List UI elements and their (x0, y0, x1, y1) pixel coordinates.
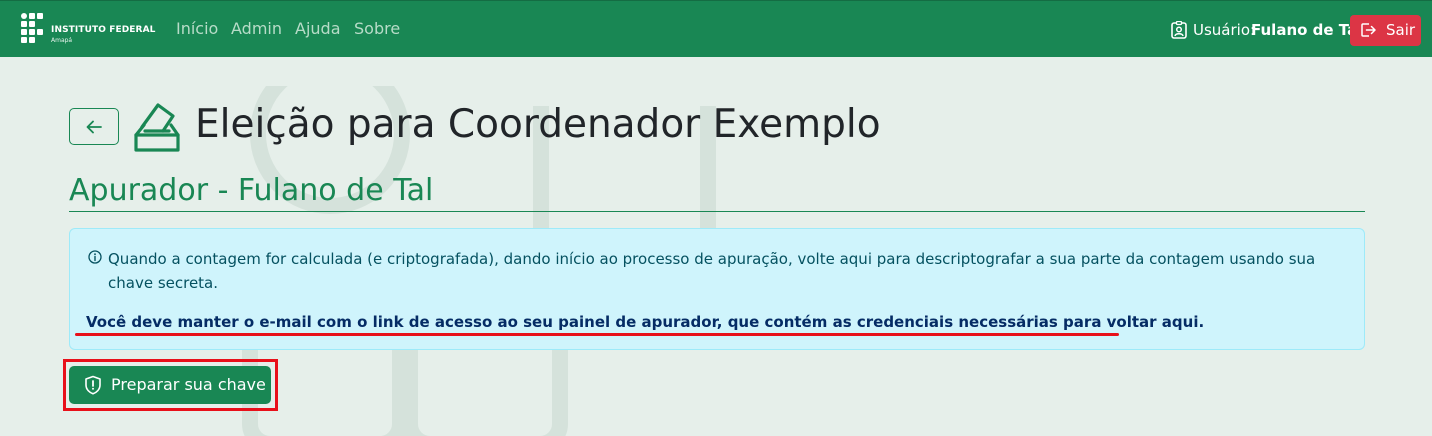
brand-title: INSTITUTO FEDERAL (51, 25, 156, 35)
nav-link-inicio[interactable]: Início (176, 19, 218, 38)
brand-subtitle: Amapá (51, 37, 73, 44)
nav-link-ajuda[interactable]: Ajuda (295, 19, 341, 38)
shield-exclamation-icon (85, 375, 101, 395)
prepare-key-label: Preparar sua chave (111, 375, 266, 394)
info-alert: Quando a contagem for calculada (e cript… (69, 228, 1365, 350)
arrow-left-icon (86, 120, 102, 134)
logout-label: Sair (1386, 21, 1416, 39)
logout-button[interactable]: Sair (1350, 15, 1421, 46)
top-navbar: INSTITUTO FEDERAL Amapá Início Admin Aju… (0, 0, 1432, 57)
box-arrow-right-icon (1361, 23, 1376, 37)
section-divider (69, 211, 1365, 212)
prepare-key-button[interactable]: Preparar sua chave (69, 366, 271, 404)
info-circle-icon (88, 250, 102, 264)
ballot-box-icon (134, 103, 180, 152)
back-button[interactable] (69, 108, 119, 145)
page-title: Eleição para Coordenador Exemplo (195, 102, 881, 147)
nav-link-sobre[interactable]: Sobre (354, 19, 400, 38)
highlight-underline (75, 333, 1119, 336)
person-badge-icon (1171, 21, 1187, 39)
user-name: Fulano de Tal (1251, 21, 1363, 39)
section-title: Apurador - Fulano de Tal (69, 173, 434, 208)
alert-message: Quando a contagem for calculada (e cript… (108, 250, 1316, 292)
alert-emphasis: Você deve manter o e-mail com o link de … (86, 313, 1205, 331)
brand-grid-icon (21, 13, 45, 45)
brand-logo[interactable]: INSTITUTO FEDERAL Amapá (21, 13, 156, 47)
user-label: Usuário: (1193, 21, 1256, 39)
nav-link-admin[interactable]: Admin (231, 19, 282, 38)
